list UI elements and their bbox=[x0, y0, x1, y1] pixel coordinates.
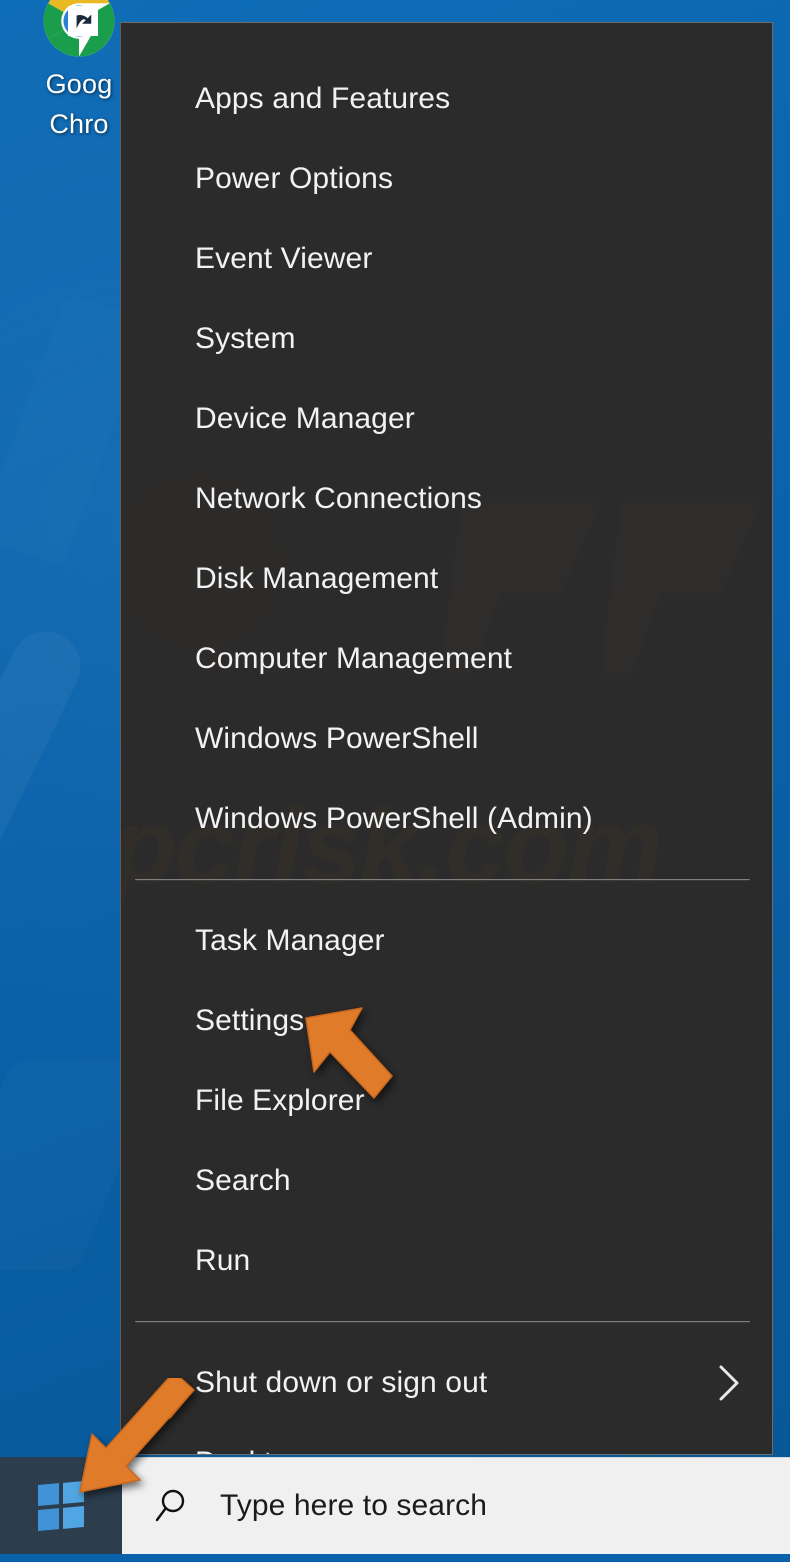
menu-item-label: File Explorer bbox=[195, 1084, 365, 1117]
taskbar-search-box[interactable]: Type here to search bbox=[122, 1457, 790, 1554]
taskbar: Type here to search bbox=[0, 1457, 790, 1554]
menu-item-label: Power Options bbox=[195, 162, 394, 195]
taskbar-bottom-strip bbox=[0, 1554, 790, 1562]
menu-item-apps-and-features[interactable]: Apps and Features bbox=[121, 59, 772, 139]
menu-item-label: Windows PowerShell bbox=[195, 722, 479, 755]
menu-item-power-options[interactable]: Power Options bbox=[121, 139, 772, 219]
menu-item-search[interactable]: Search bbox=[121, 1141, 772, 1221]
menu-item-computer-management[interactable]: Computer Management bbox=[121, 619, 772, 699]
chrome-icon bbox=[42, 0, 116, 58]
menu-item-label: Settings bbox=[195, 1004, 305, 1037]
menu-item-label: Network Connections bbox=[195, 482, 483, 515]
menu-item-device-manager[interactable]: Device Manager bbox=[121, 379, 772, 459]
menu-item-shut-down-or-sign-out[interactable]: Shut down or sign out bbox=[121, 1343, 772, 1423]
menu-item-task-manager[interactable]: Task Manager bbox=[121, 901, 772, 981]
menu-item-settings[interactable]: Settings bbox=[121, 981, 772, 1061]
menu-item-label: Windows PowerShell (Admin) bbox=[195, 802, 593, 835]
menu-item-run[interactable]: Run bbox=[121, 1221, 772, 1301]
power-user-menu-list: Apps and Features Power Options Event Vi… bbox=[121, 23, 772, 1454]
menu-item-label: Desktop bbox=[195, 1446, 306, 1454]
shortcut-badge-icon bbox=[68, 6, 98, 36]
chevron-right-icon bbox=[716, 1363, 742, 1403]
wallpaper-shape bbox=[0, 619, 93, 921]
menu-item-network-connections[interactable]: Network Connections bbox=[121, 459, 772, 539]
menu-item-label: Search bbox=[195, 1164, 291, 1197]
start-button[interactable] bbox=[0, 1457, 122, 1554]
menu-separator bbox=[135, 1321, 750, 1323]
menu-item-disk-management[interactable]: Disk Management bbox=[121, 539, 772, 619]
menu-separator bbox=[135, 879, 750, 881]
menu-item-label: Apps and Features bbox=[195, 82, 451, 115]
menu-item-label: Disk Management bbox=[195, 562, 439, 595]
menu-item-file-explorer[interactable]: File Explorer bbox=[121, 1061, 772, 1141]
menu-item-label: Event Viewer bbox=[195, 242, 373, 275]
search-icon bbox=[154, 1485, 196, 1527]
menu-item-label: Device Manager bbox=[195, 402, 415, 435]
menu-item-desktop[interactable]: Desktop bbox=[121, 1423, 772, 1454]
windows-logo-icon bbox=[38, 1480, 84, 1531]
menu-item-label: Shut down or sign out bbox=[195, 1366, 488, 1399]
desktop-screen: Goog Chro pcrisk.com Apps and Features P… bbox=[0, 0, 790, 1562]
menu-item-system[interactable]: System bbox=[121, 299, 772, 379]
menu-item-label: Run bbox=[195, 1244, 251, 1277]
menu-item-windows-powershell-admin[interactable]: Windows PowerShell (Admin) bbox=[121, 779, 772, 859]
search-input-placeholder[interactable]: Type here to search bbox=[220, 1489, 487, 1523]
menu-item-event-viewer[interactable]: Event Viewer bbox=[121, 219, 772, 299]
menu-item-label: Computer Management bbox=[195, 642, 513, 675]
menu-item-label: Task Manager bbox=[195, 924, 385, 957]
menu-item-windows-powershell[interactable]: Windows PowerShell bbox=[121, 699, 772, 779]
menu-item-label: System bbox=[195, 322, 296, 355]
power-user-menu: pcrisk.com Apps and Features Power Optio… bbox=[120, 22, 773, 1455]
